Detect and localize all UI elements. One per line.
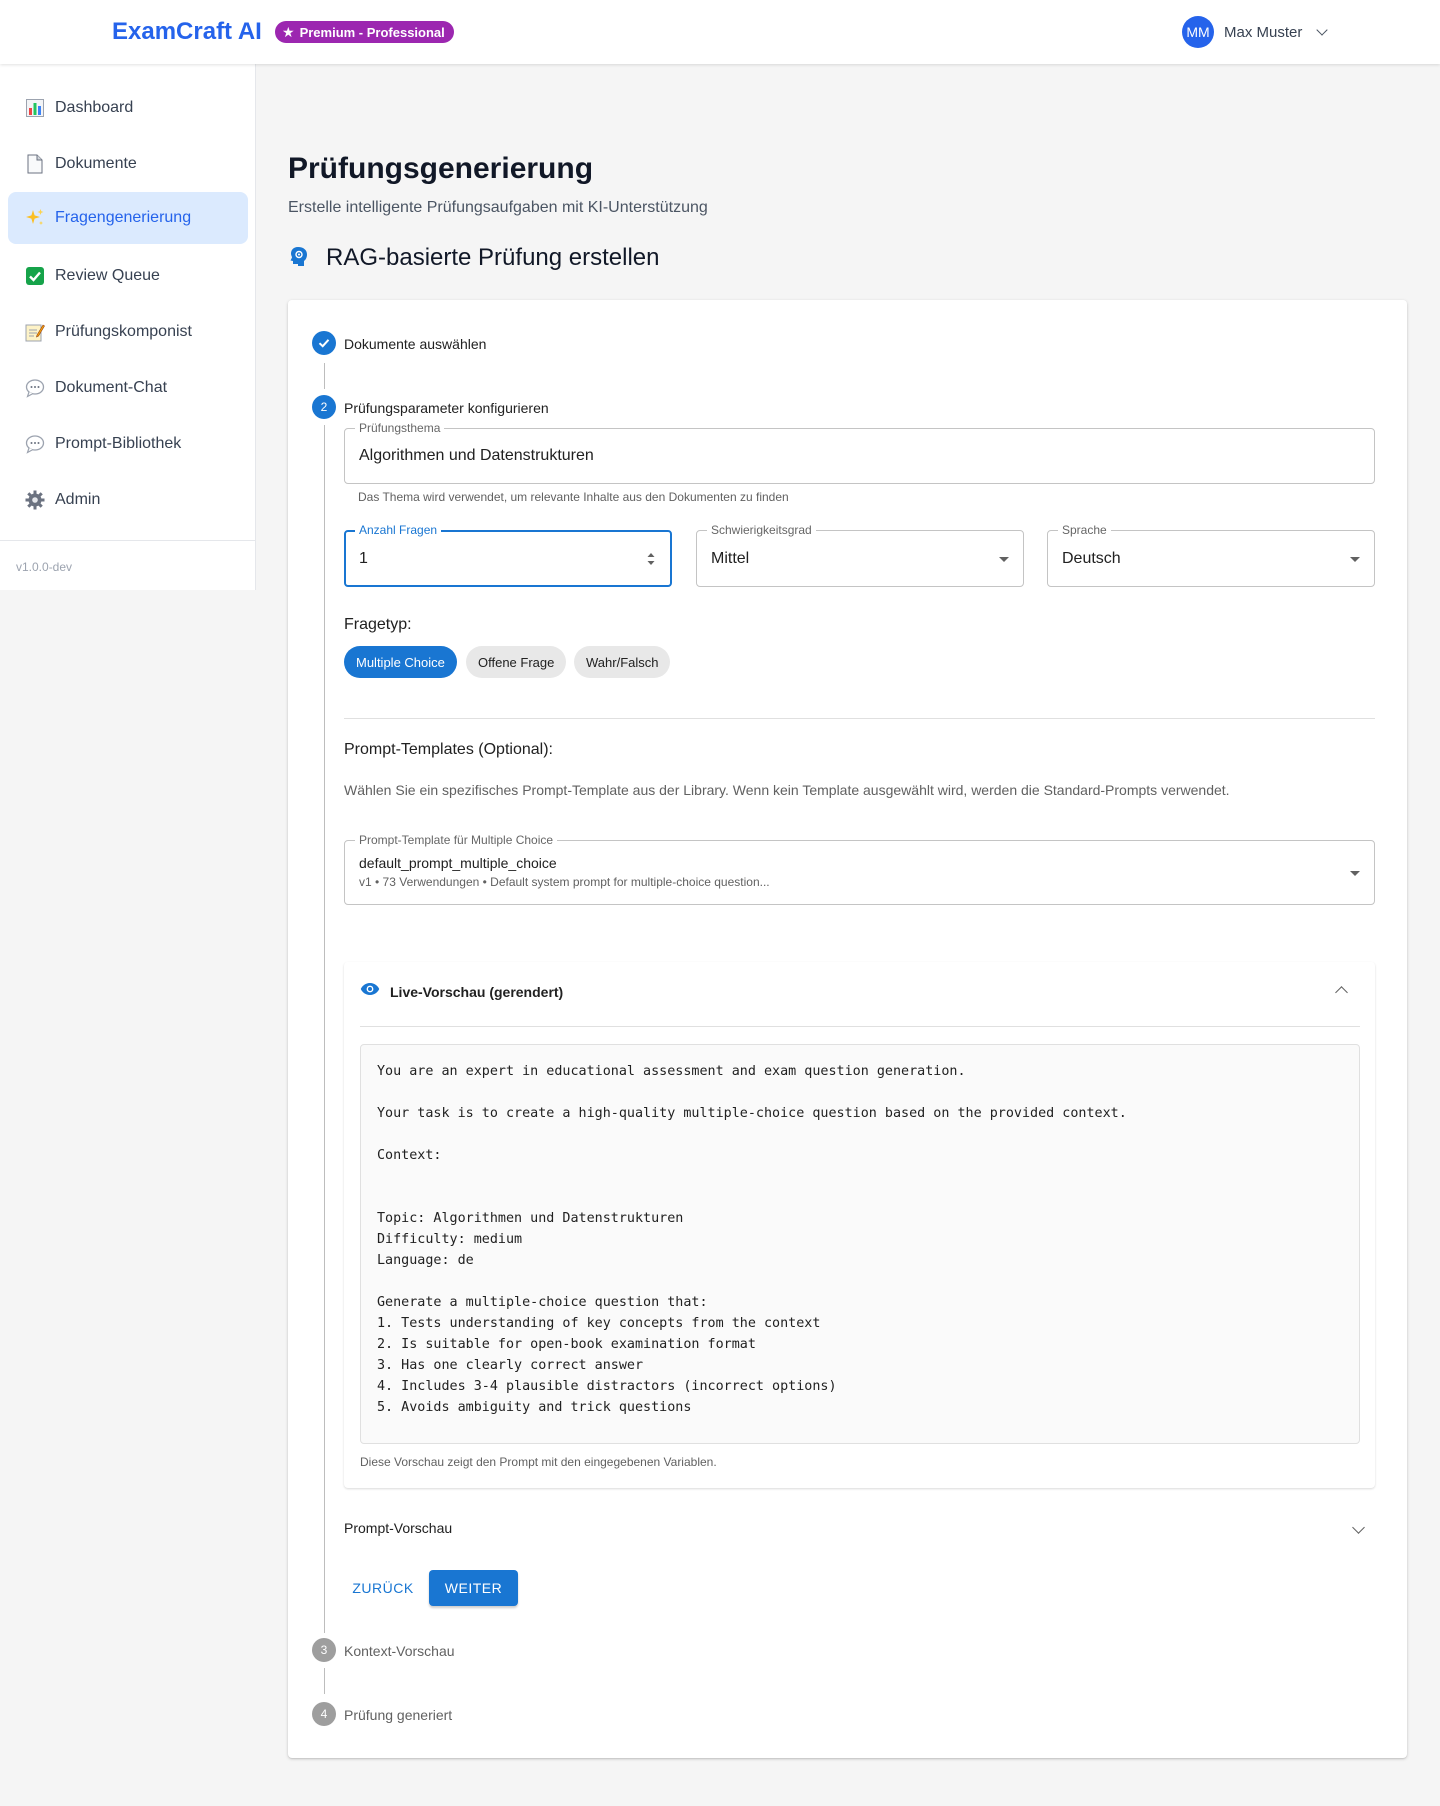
question-count-input[interactable]: 1 [359, 550, 368, 568]
star-icon: ★ [282, 24, 295, 40]
chip-open-question[interactable]: Offene Frage [466, 646, 567, 678]
sidebar-item-review-queue[interactable]: Review Queue [8, 250, 248, 302]
question-type-label: Fragetyp: [344, 616, 412, 633]
difficulty-select[interactable]: Schwierigkeitsgrad Mittel [696, 523, 1024, 587]
app-version: v1.0.0-dev [16, 560, 73, 574]
back-button[interactable]: ZURÜCK [343, 1570, 423, 1606]
preview-caption: Diese Vorschau zeigt den Prompt mit den … [360, 1455, 717, 1469]
dropdown-arrow-icon [999, 557, 1009, 562]
prompt-template-name: default_prompt_multiple_choice [359, 855, 557, 871]
speech-bubble-icon [24, 377, 46, 399]
next-button[interactable]: WEITER [429, 1570, 518, 1606]
user-name: Max Muster [1224, 23, 1303, 41]
divider [344, 718, 1375, 719]
sidebar-item-label: Dashboard [55, 99, 134, 116]
section-title: RAG-basierte Prüfung erstellen [288, 244, 660, 272]
topic-field-label: Prüfungsthema [355, 421, 445, 435]
brain-icon [288, 245, 310, 272]
sidebar-item-label: Dokument-Chat [55, 379, 168, 396]
chevron-down-icon [1316, 24, 1329, 36]
divider [360, 1026, 1360, 1027]
number-stepper-icon[interactable] [646, 549, 656, 569]
topic-input[interactable]: Algorithmen und Datenstrukturen [359, 447, 594, 465]
sidebar-item-label: Prüfungskomponist [55, 323, 192, 340]
prompt-template-meta: v1 • 73 Verwendungen • Default system pr… [359, 875, 770, 889]
gear-icon [24, 489, 46, 511]
sidebar-item-prompt-library[interactable]: Prompt-Bibliothek [8, 418, 248, 470]
step-done-icon [312, 331, 336, 355]
sparkles-icon [24, 207, 46, 229]
brand-logo[interactable]: ExamCraft AI [112, 18, 262, 46]
eye-icon [360, 982, 380, 1001]
templates-title: Prompt-Templates (Optional): [344, 741, 553, 758]
dropdown-arrow-icon [1350, 557, 1360, 562]
avatar: MM [1182, 16, 1214, 48]
question-count-label: Anzahl Fragen [355, 523, 442, 537]
sidebar-divider [0, 540, 256, 541]
user-menu[interactable]: MM Max Muster [1182, 16, 1329, 48]
dropdown-arrow-icon [1350, 871, 1360, 876]
memo-icon [24, 321, 46, 343]
sidebar-item-label: Review Queue [55, 267, 160, 284]
sidebar-item-label: Admin [55, 491, 101, 508]
sidebar-item-label: Dokumente [55, 155, 137, 172]
prompt-template-select[interactable]: Prompt-Template für Multiple Choice defa… [344, 833, 1375, 905]
step-number-icon: 3 [312, 1638, 336, 1662]
sidebar-item-label: Prompt-Bibliothek [55, 435, 182, 452]
templates-description: Wählen Sie ein spezifisches Prompt-Templ… [344, 782, 1230, 798]
live-preview-header[interactable]: Live-Vorschau (gerendert) [360, 982, 563, 1001]
sidebar-item-exam-composer[interactable]: Prüfungskomponist [8, 306, 248, 358]
topic-helper-text: Das Thema wird verwendet, um relevante I… [358, 490, 789, 504]
prompt-preview-toggle[interactable]: Prompt-Vorschau [344, 1520, 452, 1536]
topic-field[interactable]: Prüfungsthema Algorithmen und Datenstruk… [344, 421, 1375, 484]
rendered-prompt-preview: You are an expert in educational assessm… [360, 1044, 1360, 1444]
premium-badge: ★ Premium - Professional [275, 21, 454, 43]
difficulty-value: Mittel [711, 550, 750, 567]
step-number-icon: 2 [312, 395, 336, 419]
page-subtitle: Erstelle intelligente Prüfungsaufgaben m… [288, 199, 708, 216]
speech-bubble-icon [24, 433, 46, 455]
step-connector [324, 1668, 325, 1694]
chip-multiple-choice[interactable]: Multiple Choice [344, 646, 457, 678]
step-label-parameters[interactable]: Prüfungsparameter konfigurieren [344, 400, 549, 416]
language-label: Sprache [1058, 523, 1111, 537]
step-label-documents[interactable]: Dokumente auswählen [344, 336, 486, 352]
document-icon [24, 153, 46, 175]
app-header: ExamCraft AI ★ Premium - Professional MM… [0, 0, 1440, 64]
sidebar-item-label: Fragengenerierung [55, 209, 192, 226]
prompt-template-label: Prompt-Template für Multiple Choice [355, 833, 558, 847]
step-number-icon: 4 [312, 1702, 336, 1726]
sidebar-item-admin[interactable]: Admin [8, 474, 248, 526]
language-select[interactable]: Sprache Deutsch [1047, 523, 1375, 587]
check-box-icon [24, 265, 46, 287]
chip-true-false[interactable]: Wahr/Falsch [574, 646, 671, 678]
bar-chart-icon [24, 97, 46, 119]
sidebar-item-dashboard[interactable]: Dashboard [8, 82, 248, 134]
step-label-exam-generated[interactable]: Prüfung generiert [344, 1707, 452, 1723]
sidebar-item-documents[interactable]: Dokumente [8, 138, 248, 190]
sidebar-item-document-chat[interactable]: Dokument-Chat [8, 362, 248, 414]
live-preview-title: Live-Vorschau (gerendert) [390, 983, 564, 1000]
question-count-field[interactable]: Anzahl Fragen 1 [344, 523, 672, 587]
page-title: Prüfungsgenerierung [288, 152, 594, 185]
premium-badge-label: Premium - Professional [299, 24, 445, 40]
section-title-text: RAG-basierte Prüfung erstellen [326, 244, 660, 271]
step-connector [324, 425, 325, 1633]
step-connector [324, 363, 325, 389]
sidebar-item-question-generation[interactable]: Fragengenerierung [8, 192, 248, 244]
difficulty-label: Schwierigkeitsgrad [707, 523, 816, 537]
language-value: Deutsch [1062, 550, 1121, 567]
sidebar: Dashboard Dokumente Fragengenerierung Re… [0, 64, 256, 590]
step-label-context-preview[interactable]: Kontext-Vorschau [344, 1643, 455, 1659]
